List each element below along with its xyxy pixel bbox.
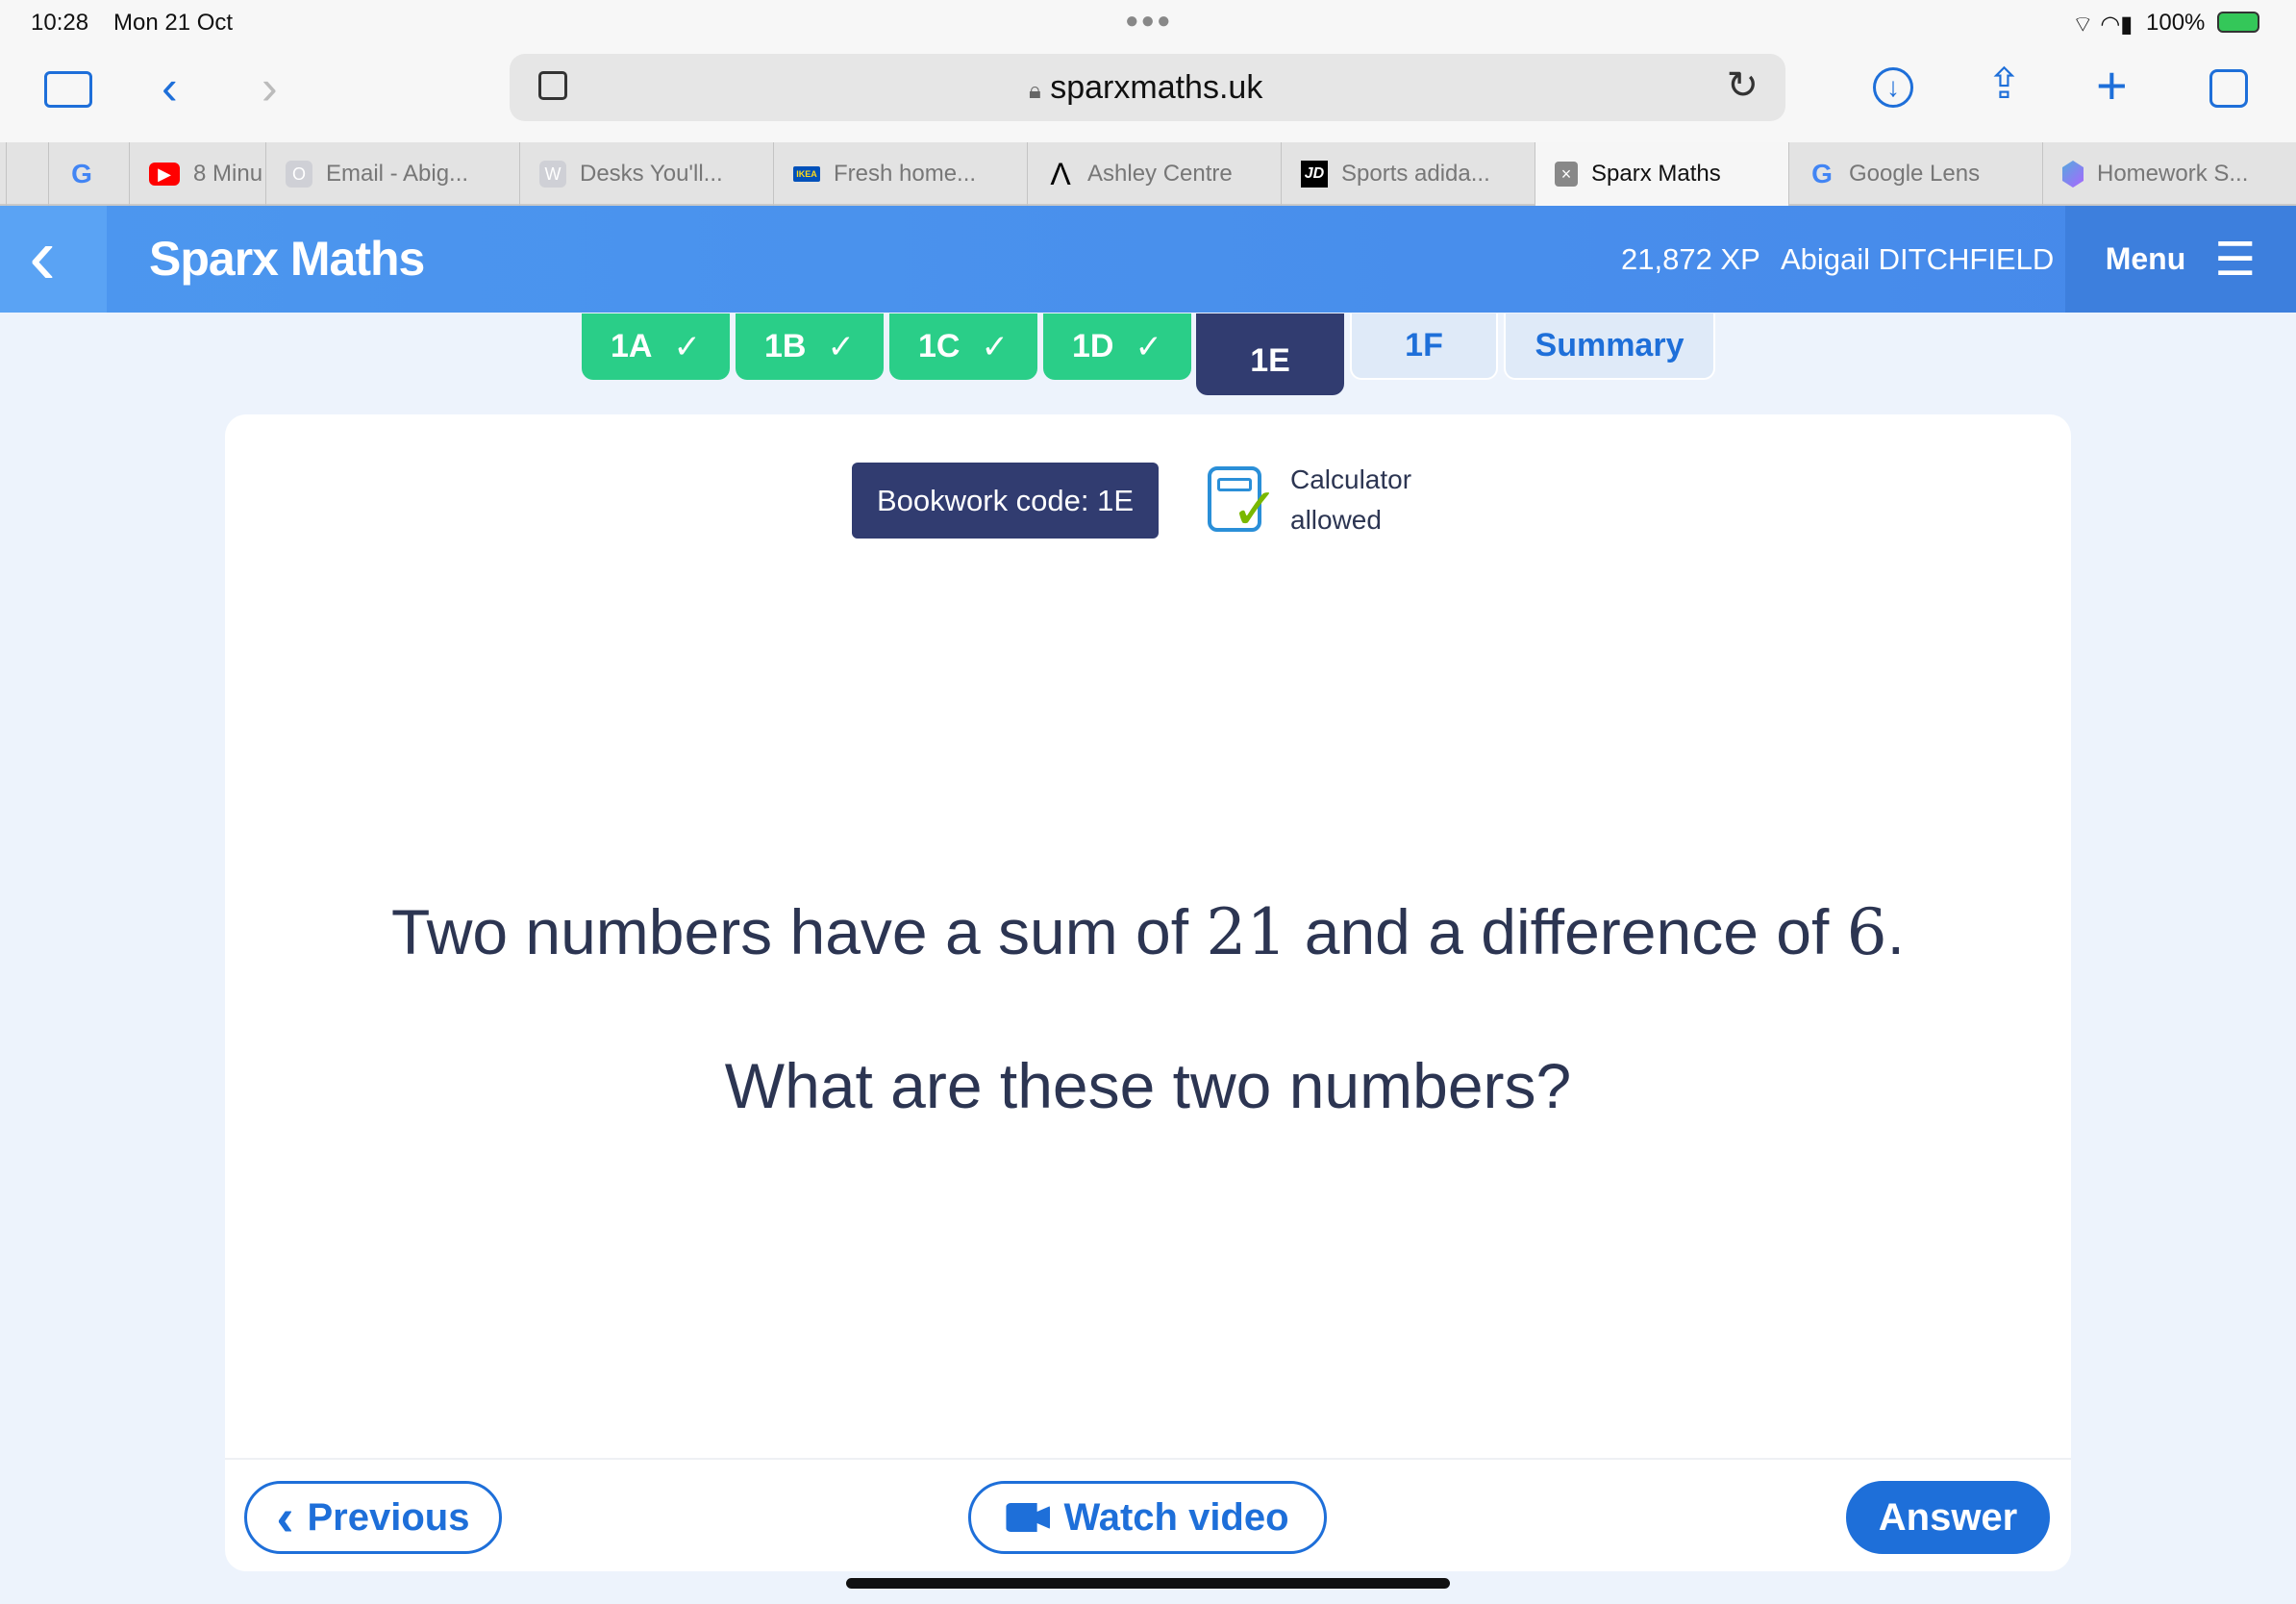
math-number: 21 xyxy=(1206,895,1287,969)
video-camera-icon xyxy=(1006,1503,1051,1532)
hamburger-icon: ☰ xyxy=(2214,234,2257,286)
browser-tab[interactable]: Homework S... xyxy=(2042,142,2296,206)
tab-1a[interactable]: 1A ✓ xyxy=(582,313,730,380)
url-text: sparxmaths.uk xyxy=(1050,69,1263,106)
tab-1c[interactable]: 1C ✓ xyxy=(889,313,1037,380)
google-icon: G xyxy=(71,159,92,188)
check-icon: ✓ xyxy=(673,328,701,365)
tab-1e[interactable]: 1E xyxy=(1196,313,1344,395)
battery-text: 100% xyxy=(2146,10,2206,36)
tab-1d[interactable]: 1D ✓ xyxy=(1043,313,1191,380)
status-date: Mon 21 Oct xyxy=(113,10,234,36)
share-icon[interactable]: ⇪ xyxy=(1986,60,2022,109)
status-time: 10:28 xyxy=(31,10,89,36)
battery-icon xyxy=(2217,12,2259,33)
calculator-label: Calculator xyxy=(1290,464,1412,494)
check-icon: ✓ xyxy=(981,328,1009,365)
jd-icon: JD xyxy=(1301,161,1328,188)
question-text: Two numbers have a sum of 21 and a diffe… xyxy=(391,895,1905,969)
wifi-icon: ⌔ ◠▮ xyxy=(2072,12,2134,38)
youtube-icon: ▶ xyxy=(149,163,180,186)
ashley-icon: Λ xyxy=(1050,156,1071,191)
browser-tab-pinned[interactable] xyxy=(6,142,48,206)
browser-tab[interactable]: W Desks You'll... xyxy=(519,142,773,206)
browser-tab[interactable]: ▶ 8 Minu xyxy=(129,142,265,206)
browser-tab-active[interactable]: × Sparx Maths xyxy=(1535,142,1788,206)
back-icon[interactable]: ‹ xyxy=(162,60,178,115)
browser-tab[interactable]: O Email - Abig... xyxy=(265,142,519,206)
w-icon: W xyxy=(539,161,566,188)
check-icon: ✓ xyxy=(1231,477,1280,541)
bookwork-code: Bookwork code: 1E xyxy=(852,463,1159,539)
browser-tab[interactable]: G xyxy=(48,142,129,206)
xp-count: 21,872 XP xyxy=(1621,242,1760,276)
forward-icon[interactable]: › xyxy=(262,60,278,115)
address-bar[interactable]: 🔒︎ sparxmaths.uk ↻ xyxy=(510,54,1785,121)
check-icon: ✓ xyxy=(827,328,855,365)
calculator-label: allowed xyxy=(1290,505,1382,535)
browser-tab-bar: G ▶ 8 Minu O Email - Abig... W Desks You'll… xyxy=(0,142,2296,206)
watch-video-button[interactable]: Watch video xyxy=(968,1481,1327,1554)
browser-tab[interactable]: JD Sports adida... xyxy=(1281,142,1535,206)
previous-button[interactable]: ‹ Previous xyxy=(244,1481,502,1554)
sparx-icon: × xyxy=(1555,162,1578,187)
lock-icon: 🔒︎ xyxy=(1029,78,1041,104)
more-dots-icon[interactable]: ●●● xyxy=(1125,8,1173,35)
app-logo: Sparx Maths xyxy=(149,232,425,286)
question-prompt: What are these two numbers? xyxy=(724,1050,1572,1121)
tab-1f[interactable]: 1F xyxy=(1350,313,1498,380)
answer-button[interactable]: Answer xyxy=(1846,1481,2050,1554)
google-icon: G xyxy=(1811,159,1833,188)
question-card: Bookwork code: 1E ✓ Calculator allowed T… xyxy=(225,414,2071,1571)
new-tab-icon[interactable]: + xyxy=(2096,54,2128,116)
divider xyxy=(225,1458,2071,1460)
tab-1b[interactable]: 1B ✓ xyxy=(736,313,884,380)
check-icon: ✓ xyxy=(1135,328,1162,365)
home-indicator xyxy=(846,1578,1450,1589)
sidebar-icon[interactable] xyxy=(44,71,92,108)
outlook-icon: O xyxy=(286,161,312,188)
browser-tab[interactable]: G Google Lens xyxy=(1788,142,2042,206)
menu-button[interactable]: Menu ☰ xyxy=(2065,206,2296,313)
reader-icon[interactable] xyxy=(538,71,567,100)
ikea-icon: IKEA xyxy=(793,166,820,182)
reload-icon[interactable]: ↻ xyxy=(1726,63,1759,108)
calculator-icon: ✓ xyxy=(1208,466,1279,541)
browser-tab[interactable]: IKEA Fresh home... xyxy=(773,142,1027,206)
back-button[interactable]: ‹ xyxy=(0,206,107,313)
chevron-left-icon: ‹ xyxy=(29,211,56,301)
chevron-left-icon: ‹ xyxy=(276,1489,294,1546)
gauth-icon xyxy=(2062,161,2084,188)
tab-summary[interactable]: Summary xyxy=(1504,313,1715,380)
browser-tab[interactable]: Λ Ashley Centre xyxy=(1027,142,1281,206)
math-number: 6 xyxy=(1846,895,1887,969)
browser-chrome: 10:28 Mon 21 Oct ●●● ⌔ ◠▮ 100% ‹ › 🔒︎ sp… xyxy=(0,0,2296,142)
tabs-overview-icon[interactable] xyxy=(2209,69,2248,108)
app-header: ‹ Sparx Maths 21,872 XP Abigail DITCHFIE… xyxy=(0,206,2296,313)
download-icon[interactable]: ↓ xyxy=(1873,67,1913,108)
user-name[interactable]: Abigail DITCHFIELD xyxy=(1781,242,2054,277)
